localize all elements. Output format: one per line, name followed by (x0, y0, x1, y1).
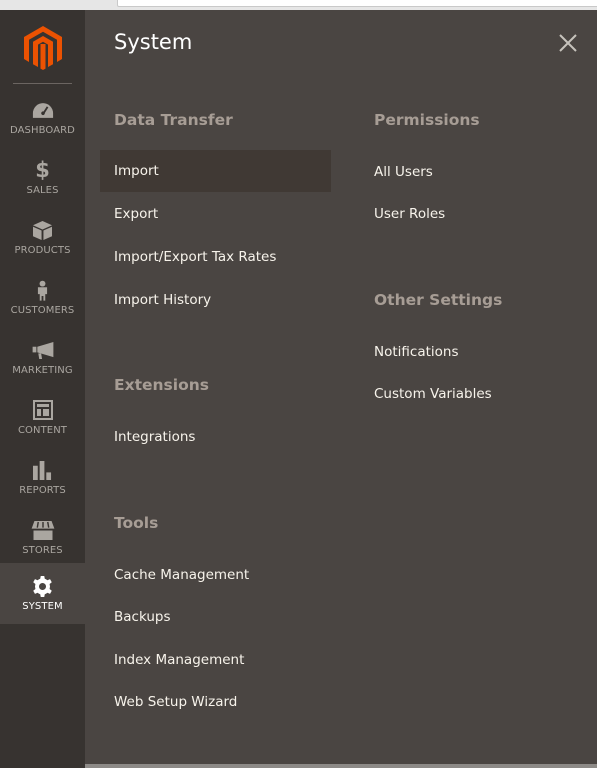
section-title-data-transfer: Data Transfer (114, 111, 233, 129)
magento-logo[interactable] (24, 26, 62, 70)
sidebar-item-system[interactable]: SYSTEM (0, 563, 85, 624)
sidebar-item-reports[interactable]: REPORTS (0, 450, 85, 510)
menu-link-import-history[interactable]: Import History (100, 279, 331, 321)
menu-link-import[interactable]: Import (100, 150, 331, 192)
section-title-tools: Tools (114, 514, 159, 532)
logo-divider (13, 83, 72, 84)
close-button[interactable] (557, 32, 579, 54)
menu-link-custom-variables[interactable]: Custom Variables (360, 373, 591, 415)
menu-link-web-setup-wizard[interactable]: Web Setup Wizard (100, 681, 331, 723)
sidebar-item-label: REPORTS (19, 485, 66, 496)
sidebar-item-content[interactable]: CONTENT (0, 390, 85, 450)
menu-link-cache-management[interactable]: Cache Management (100, 554, 331, 596)
sidebar-item-label: DASHBOARD (9, 125, 75, 136)
menu-link-notifications[interactable]: Notifications (360, 331, 591, 373)
layout-icon (31, 399, 55, 421)
section-title-extensions: Extensions (114, 376, 209, 394)
menu-link-export[interactable]: Export (100, 193, 331, 235)
sidebar-item-label: STORES (22, 545, 63, 556)
sidebar-item-marketing[interactable]: MARKETING (0, 330, 85, 390)
page-title: System (114, 30, 193, 54)
bar-chart-icon (31, 459, 55, 481)
gear-icon (31, 575, 55, 597)
section-title-other-settings: Other Settings (374, 291, 503, 309)
menu-link-index-management[interactable]: Index Management (100, 639, 331, 681)
menu-link-user-roles[interactable]: User Roles (360, 193, 591, 235)
menu-link-all-users[interactable]: All Users (360, 151, 591, 193)
box-icon (31, 219, 55, 241)
sidebar-item-label: SYSTEM (22, 601, 63, 612)
person-icon (31, 279, 55, 301)
sidebar-item-label: CUSTOMERS (10, 305, 75, 316)
sidebar-item-dashboard[interactable]: DASHBOARD (0, 90, 85, 150)
menu-link-import-export-tax-rates[interactable]: Import/Export Tax Rates (100, 236, 331, 278)
sidebar-item-label: MARKETING (12, 365, 73, 376)
megaphone-icon (31, 339, 55, 361)
sidebar-item-label: SALES (26, 185, 59, 196)
section-title-permissions: Permissions (374, 111, 480, 129)
close-icon (559, 34, 577, 52)
admin-sidebar: DASHBOARD $ SALES PRODUCTS CUSTOMERS MAR… (0, 10, 85, 768)
dashboard-icon (31, 99, 55, 121)
sidebar-item-stores[interactable]: STORES (0, 510, 85, 570)
menu-link-integrations[interactable]: Integrations (100, 416, 331, 458)
sidebar-item-label: PRODUCTS (14, 245, 71, 256)
sidebar-item-sales[interactable]: $ SALES (0, 150, 85, 210)
sidebar-item-products[interactable]: PRODUCTS (0, 210, 85, 270)
sidebar-item-customers[interactable]: CUSTOMERS (0, 270, 85, 330)
dollar-icon: $ (35, 158, 50, 182)
storefront-icon (31, 519, 55, 541)
address-bar-edge (117, 0, 597, 7)
page-content-edge (85, 764, 597, 768)
sidebar-item-label: CONTENT (17, 425, 68, 436)
system-menu-panel: System Data Transfer Import Export Impor… (85, 10, 597, 768)
menu-link-backups[interactable]: Backups (100, 596, 331, 638)
